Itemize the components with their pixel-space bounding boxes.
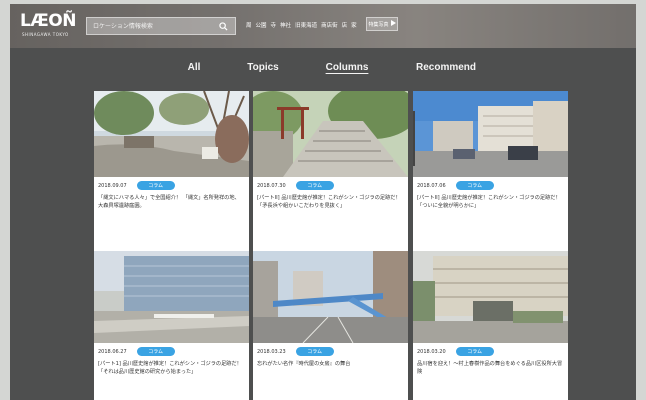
nav-item[interactable]: 商店街 bbox=[321, 21, 338, 29]
card-title[interactable]: [パート1] 品川歴史館が推定！これがシン・ゴジラの足跡だ！「それは品川歴史館の… bbox=[98, 360, 244, 376]
nav-item[interactable]: 家 bbox=[351, 21, 357, 29]
nav-item[interactable]: 周 bbox=[246, 21, 252, 29]
tab-recommend[interactable]: Recommend bbox=[416, 62, 476, 73]
article-thumbnail bbox=[253, 91, 408, 177]
feature-photo-label: 特集写真 bbox=[368, 21, 389, 28]
card-meta: 2018.07.06 コラム bbox=[417, 181, 494, 190]
nav-item[interactable]: 公園 bbox=[256, 21, 267, 29]
card-meta: 2018.06.27 コラム bbox=[98, 347, 175, 356]
category-badge[interactable]: コラム bbox=[455, 347, 494, 356]
card-date: 2018.09.07 bbox=[98, 182, 127, 189]
site-logo-subtitle: SHINAGAWA TOKYO bbox=[22, 32, 69, 37]
card-date: 2018.07.30 bbox=[257, 182, 286, 189]
category-tabs: All Topics Columns Recommend bbox=[10, 62, 636, 82]
article-thumbnail bbox=[94, 91, 249, 177]
card-meta: 2018.07.30 コラム bbox=[257, 181, 334, 190]
play-arrow-icon bbox=[390, 20, 396, 28]
category-badge[interactable]: コラム bbox=[295, 181, 334, 190]
page-frame: LÆOÑ SHINAGAWA TOKYO 周 公園 寺 神社 旧東海道 商店街 … bbox=[10, 4, 636, 400]
nav-item[interactable]: 旧東海道 bbox=[295, 21, 317, 29]
nav-item[interactable]: 寺 bbox=[271, 21, 277, 29]
article-card[interactable]: 2018.07.06 コラム [パートII] 品川歴史館が推定！これがシン・ゴジ… bbox=[413, 91, 568, 257]
article-card[interactable]: 2018.03.20 コラム 品川宿を迎え！～村上春樹作品の舞台をめぐる品川区役… bbox=[413, 251, 568, 400]
search-icon[interactable] bbox=[215, 18, 231, 34]
category-badge[interactable]: コラム bbox=[136, 181, 175, 190]
card-title[interactable]: [パートII] 品川歴史館が推定！これがシン・ゴジラの足跡だ！「ついに全貌が明ら… bbox=[417, 194, 563, 210]
article-card[interactable]: 2018.09.07 コラム 「縄文にハマる人々」で全国紹介！ 「縄文」名所発祥… bbox=[94, 91, 249, 257]
nav-item[interactable]: 店 bbox=[342, 21, 348, 29]
card-meta: 2018.09.07 コラム bbox=[98, 181, 175, 190]
card-date: 2018.07.06 bbox=[417, 182, 446, 189]
card-title[interactable]: [パートII] 品川歴史館が推定！これがシン・ゴジラの足跡だ！「矛長浜や組かいこ… bbox=[257, 194, 403, 210]
site-header: LÆOÑ SHINAGAWA TOKYO 周 公園 寺 神社 旧東海道 商店街 … bbox=[10, 4, 636, 48]
card-date: 2018.06.27 bbox=[98, 348, 127, 355]
site-logo[interactable]: LÆOÑ bbox=[20, 13, 76, 30]
card-title[interactable]: 品川宿を迎え！～村上春樹作品の舞台をめぐる品川区役所大冒険 bbox=[417, 360, 563, 376]
category-badge[interactable]: コラム bbox=[455, 181, 494, 190]
feature-photo-button[interactable]: 特集写真 bbox=[366, 17, 398, 31]
article-thumbnail bbox=[94, 251, 249, 343]
article-thumbnail bbox=[253, 251, 408, 343]
tab-columns[interactable]: Columns bbox=[326, 62, 369, 73]
article-card[interactable]: 2018.06.27 コラム [パート1] 品川歴史館が推定！これがシン・ゴジラ… bbox=[94, 251, 249, 400]
search-box bbox=[86, 17, 236, 35]
category-badge[interactable]: コラム bbox=[295, 347, 334, 356]
search-input[interactable] bbox=[87, 18, 215, 34]
card-title[interactable]: 忘れがたい名作『時代屋の女房』の舞台 bbox=[257, 360, 403, 368]
article-thumbnail bbox=[413, 251, 568, 343]
top-nav: 周 公園 寺 神社 旧東海道 商店街 店 家 bbox=[246, 21, 357, 29]
card-meta: 2018.03.23 コラム bbox=[257, 347, 334, 356]
card-date: 2018.03.20 bbox=[417, 348, 446, 355]
tab-topics[interactable]: Topics bbox=[247, 62, 278, 73]
nav-item[interactable]: 神社 bbox=[280, 21, 291, 29]
article-card[interactable]: 2018.03.23 コラム 忘れがたい名作『時代屋の女房』の舞台 bbox=[253, 251, 408, 400]
tab-all[interactable]: All bbox=[188, 62, 201, 73]
article-thumbnail bbox=[413, 91, 568, 177]
card-meta: 2018.03.20 コラム bbox=[417, 347, 494, 356]
category-badge[interactable]: コラム bbox=[136, 347, 175, 356]
card-title[interactable]: 「縄文にハマる人々」で全国紹介！ 「縄文」名所発祥の地、大森貝塚遺跡庭園。 bbox=[98, 194, 244, 210]
card-date: 2018.03.23 bbox=[257, 348, 286, 355]
article-card[interactable]: 2018.07.30 コラム [パートII] 品川歴史館が推定！これがシン・ゴジ… bbox=[253, 91, 408, 257]
